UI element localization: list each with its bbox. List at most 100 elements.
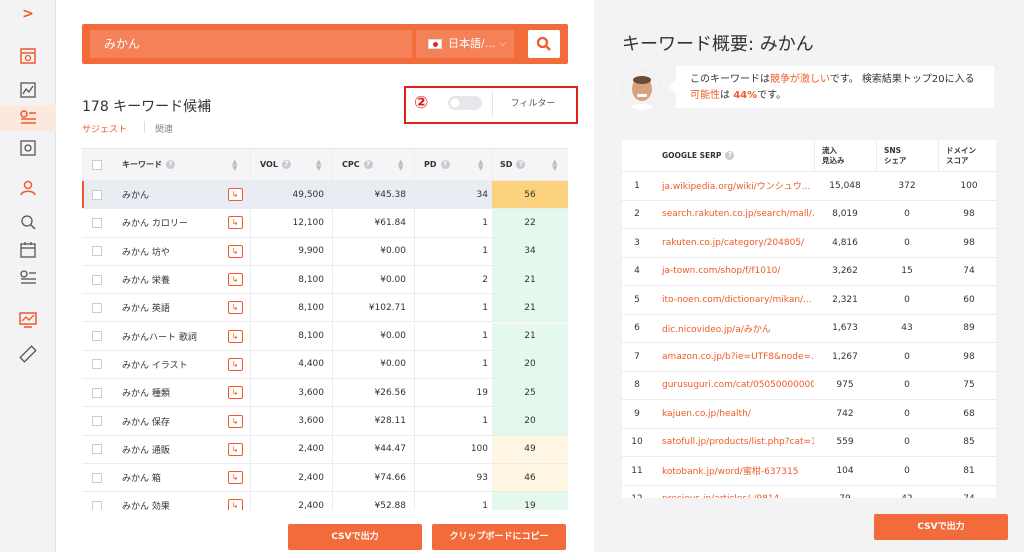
row-checkbox[interactable] [92, 181, 102, 208]
vol-cell: 2,400 [298, 472, 324, 483]
arrow-return-icon: ↳ [227, 442, 243, 456]
keyword-column-header[interactable]: キーワード? [122, 149, 175, 180]
row-checkbox[interactable] [92, 464, 102, 491]
sd-column-header[interactable]: SD? [500, 149, 526, 180]
open-keyword-button[interactable]: ↳ [227, 379, 243, 406]
arrow-return-icon: ↳ [227, 301, 243, 315]
filter-toggle[interactable] [448, 96, 482, 110]
vol-cell: 8,100 [298, 302, 324, 313]
toggle-divider [492, 92, 493, 116]
serp-url-link[interactable]: ja-town.com/shop/f/f1010/ [662, 258, 814, 286]
open-keyword-button[interactable]: ↳ [227, 181, 243, 208]
site-overview-icon[interactable] [18, 80, 38, 100]
csv-export-button[interactable]: CSVで出力 [288, 524, 422, 550]
open-keyword-button[interactable]: ↳ [227, 238, 243, 265]
content-ideas-icon[interactable] [18, 138, 38, 158]
vol-cell: 2,400 [298, 444, 324, 455]
users-icon[interactable] [18, 178, 38, 198]
sort-icon[interactable]: ▲ ▼ [232, 159, 237, 172]
open-keyword-button[interactable]: ↳ [227, 436, 243, 463]
cpc-column-header[interactable]: CPC? [342, 149, 373, 180]
serp-url-link[interactable]: amazon.co.jp/b?ie=UTF8&node=... [662, 343, 814, 371]
serp-url-link[interactable]: dic.nicovideo.jp/a/みかん [662, 315, 814, 343]
table-row: 4 ja-town.com/shop/f/f1010/3,262 15 74 [622, 258, 996, 286]
sort-icon[interactable]: ▲ ▼ [316, 159, 321, 172]
keyword-count-title: 178 キーワード候補 [82, 99, 212, 115]
calendar-icon[interactable] [18, 240, 38, 260]
tab-divider [144, 121, 145, 133]
keyword-ideas-icon[interactable] [18, 108, 38, 128]
serp-url-link[interactable]: gurusuguri.com/cat/05050000000/ [662, 372, 814, 400]
open-keyword-button[interactable]: ↳ [227, 323, 243, 350]
serp-csv-export-button[interactable]: CSVで出力 [874, 514, 1008, 540]
tab-suggest[interactable]: サジェスト [82, 122, 127, 135]
table-row[interactable]: みかん 栄養 ↳ 8,100 ¥0.00 2 21 [82, 265, 568, 295]
expand-sidebar-icon[interactable]: > [20, 6, 36, 22]
table-row[interactable]: みかん 保存 ↳ 3,600 ¥28.11 1 20 [82, 407, 568, 436]
table-row[interactable]: みかん 箱 ↳ 2,400 ¥74.66 93 46 [82, 464, 568, 493]
monitor-chart-icon[interactable] [18, 310, 38, 330]
table-row[interactable]: みかん イラスト ↳ 4,400 ¥0.00 1 20 [82, 350, 568, 380]
cpc-cell: ¥52.88 [374, 500, 407, 510]
tab-related[interactable]: 関連 [155, 122, 173, 135]
pd-cell: 1 [482, 302, 488, 313]
serp-url-link[interactable]: ja.wikipedia.org/wiki/ウンシュウ... [662, 172, 814, 200]
row-checkbox[interactable] [92, 209, 102, 236]
row-checkbox[interactable] [92, 266, 102, 293]
serp-url-link[interactable]: precious.jp/articles/-/9814 [662, 486, 814, 498]
open-keyword-button[interactable]: ↳ [227, 266, 243, 293]
sort-icon[interactable]: ▲ ▼ [398, 159, 403, 172]
domain-score-cell: 75 [963, 380, 975, 391]
row-checkbox[interactable] [92, 294, 102, 321]
pd-column-header[interactable]: PD? [424, 149, 450, 180]
serp-table-header: GOOGLE SERP? 流入 見込み SNS シェア ドメイン スコア [622, 140, 996, 172]
table-row[interactable]: みかん 英語 ↳ 8,100 ¥102.71 1 21 [82, 294, 568, 323]
ruler-icon[interactable] [18, 344, 38, 364]
table-row[interactable]: みかん 坊や ↳ 9,900 ¥0.00 1 34 [82, 237, 568, 266]
row-checkbox[interactable] [92, 436, 102, 463]
dashboard-icon[interactable] [18, 46, 38, 66]
row-checkbox[interactable] [92, 379, 102, 406]
table-row[interactable]: みかんハート 歌詞 ↳ 8,100 ¥0.00 1 21 [82, 322, 568, 351]
row-checkbox[interactable] [92, 323, 102, 350]
select-all-checkbox[interactable] [92, 149, 102, 180]
search-input[interactable]: みかん [90, 30, 412, 58]
open-keyword-button[interactable]: ↳ [227, 294, 243, 321]
row-checkbox[interactable] [92, 351, 102, 378]
serp-url-link[interactable]: kotobank.jp/word/蜜柑-637315 [662, 457, 814, 485]
filter-button[interactable]: フィルター [498, 96, 568, 112]
rank-list-icon[interactable] [18, 268, 38, 288]
open-keyword-button[interactable]: ↳ [227, 351, 243, 378]
row-checkbox[interactable] [92, 238, 102, 265]
domain-score-column-header: ドメイン スコア [946, 145, 976, 165]
sort-icon[interactable]: ▲ ▼ [478, 159, 483, 172]
pd-cell: 1 [482, 416, 488, 427]
serp-url-link[interactable]: satofull.jp/products/list.php?cat=1... [662, 429, 814, 457]
open-keyword-button[interactable]: ↳ [227, 492, 243, 510]
row-checkbox[interactable] [92, 407, 102, 434]
table-row[interactable]: みかん カロリー ↳ 12,100 ¥61.84 1 22 [82, 209, 568, 238]
search-button[interactable] [528, 30, 560, 58]
sort-icon[interactable]: ▲ ▼ [552, 159, 557, 172]
serp-url-link[interactable]: ito-noen.com/dictionary/mikan/... [662, 286, 814, 314]
table-row: 1 ja.wikipedia.org/wiki/ウンシュウ... 15,048 372… [622, 172, 996, 201]
language-select[interactable]: 日本語/... ⌵ [416, 30, 514, 58]
table-row[interactable]: みかん 種類 ↳ 3,600 ¥26.56 19 25 [82, 379, 568, 408]
row-checkbox[interactable] [92, 492, 102, 510]
serp-url-link[interactable]: search.rakuten.co.jp/search/mall/... [662, 201, 814, 229]
vol-cell: 9,900 [298, 246, 324, 257]
table-row[interactable]: みかん ↳ 49,500 ¥45.38 34 56 [82, 181, 568, 210]
domain-score-cell: 89 [963, 323, 975, 334]
serp-url-link[interactable]: rakuten.co.jp/category/204805/ [662, 229, 814, 257]
rank-number: 8 [634, 380, 640, 391]
site-audit-icon[interactable] [18, 212, 38, 232]
pd-cell: 34 [476, 189, 488, 200]
open-keyword-button[interactable]: ↳ [227, 407, 243, 434]
open-keyword-button[interactable]: ↳ [227, 464, 243, 491]
vol-column-header[interactable]: VOL? [260, 149, 291, 180]
table-row[interactable]: みかん 効果 ↳ 2,400 ¥52.88 1 19 [82, 492, 568, 510]
copy-clipboard-button[interactable]: クリップボードにコピー [432, 524, 566, 550]
table-row[interactable]: みかん 通販 ↳ 2,400 ¥44.47 100 49 [82, 435, 568, 464]
open-keyword-button[interactable]: ↳ [227, 209, 243, 236]
serp-url-link[interactable]: kajuen.co.jp/health/ [662, 400, 814, 428]
